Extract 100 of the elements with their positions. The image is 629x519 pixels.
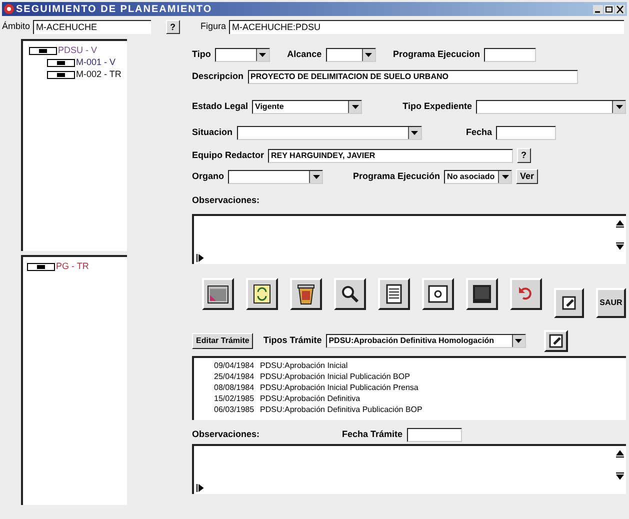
caret-icon xyxy=(365,53,372,57)
dropdown-field[interactable]: No asociado xyxy=(444,170,512,184)
procedure-name: PDSU:Aprobación Definitiva xyxy=(260,392,360,404)
photo-icon xyxy=(427,282,449,304)
caret-icon xyxy=(259,53,266,57)
procedure-row[interactable]: 15/02/1985 PDSU:Aprobación Definitiva xyxy=(214,392,626,404)
procedure-date: 09/04/1984 xyxy=(214,360,254,370)
procedure-row[interactable]: 08/08/1984 PDSU:Aprobación Inicial Publicación Prensa xyxy=(214,382,626,392)
tree-item[interactable]: PDSU - V xyxy=(58,44,98,58)
toolbar-button[interactable] xyxy=(510,278,542,310)
field-label: Fecha Trámite xyxy=(342,428,403,441)
dropdown-button[interactable] xyxy=(362,49,375,61)
procedure-date: 25/04/1984 xyxy=(214,370,254,382)
scroll-left-icon xyxy=(196,254,204,262)
refresh-icon xyxy=(251,282,273,304)
lookup-button[interactable]: ? xyxy=(166,20,180,34)
input-field[interactable] xyxy=(406,428,462,442)
node-icon xyxy=(47,71,75,79)
toolbar-button[interactable]: SAUR xyxy=(596,288,626,318)
field-value: Vigente xyxy=(254,101,284,113)
procedure-name: PDSU:Aprobación Definitiva Publicación BOP xyxy=(260,404,422,414)
node-icon xyxy=(29,47,57,55)
dropdown-field[interactable] xyxy=(476,100,626,114)
edit-icon xyxy=(548,334,563,348)
field-value: M-ACEHUCHE xyxy=(35,20,98,34)
field-value: REY HARGUINDEY, JAVIER xyxy=(270,150,376,162)
toolbar-button[interactable] xyxy=(378,278,410,310)
caret-icon xyxy=(515,338,522,342)
field-value: PROYECTO DE DELIMITACION DE SUELO URBANO xyxy=(250,71,448,83)
procedure-row[interactable]: 09/04/1984 PDSU:Aprobación Inicial xyxy=(214,360,626,370)
caret-icon xyxy=(411,131,418,135)
caret-icon xyxy=(352,105,359,109)
text-area[interactable] xyxy=(192,444,626,494)
dropdown-field[interactable] xyxy=(214,48,270,62)
field-label: Organo xyxy=(192,170,224,183)
field-button[interactable]: Ver xyxy=(516,169,538,184)
app-icon xyxy=(4,4,14,14)
scroll-left-icon xyxy=(196,484,204,492)
dropdown-field[interactable]: Vigente xyxy=(252,100,362,114)
toolbar-button[interactable] xyxy=(246,278,278,310)
field-value: No asociado xyxy=(446,170,495,182)
toolbar-button[interactable] xyxy=(334,278,366,310)
toolbar-button[interactable] xyxy=(466,278,498,310)
field-value: M-ACEHUCHE:PDSU xyxy=(231,20,321,34)
dropdown-button[interactable] xyxy=(512,334,525,346)
tree-item[interactable]: M-001 - V xyxy=(76,56,116,70)
input-field[interactable] xyxy=(496,126,556,140)
procedure-name: PDSU:Aprobación Inicial xyxy=(260,360,348,370)
section-label: Observaciones: xyxy=(192,194,261,207)
close-icon[interactable] xyxy=(615,4,625,14)
dropdown-button[interactable] xyxy=(309,170,322,182)
caret-icon xyxy=(312,174,320,178)
scroll-down-icon xyxy=(616,242,624,250)
procedure-date: 08/08/1984 xyxy=(214,382,254,392)
field-label: Tipo Expediente xyxy=(402,100,472,114)
field-label: Tipo xyxy=(192,48,211,62)
input-field[interactable] xyxy=(484,48,536,62)
toolbar-button[interactable] xyxy=(422,278,454,310)
dropdown-button[interactable] xyxy=(256,49,269,61)
scroll-up-icon xyxy=(616,450,624,458)
dropdown-field[interactable] xyxy=(326,48,376,62)
dropdown-field[interactable] xyxy=(228,170,324,184)
field-label: Alcance xyxy=(287,48,322,62)
toolbar-button[interactable] xyxy=(202,278,234,310)
trash-icon xyxy=(295,282,317,304)
map-icon xyxy=(207,282,229,304)
input-field[interactable]: REY HARGUINDEY, JAVIER xyxy=(268,148,514,162)
field-label: Situacion xyxy=(192,126,233,140)
edit-button[interactable] xyxy=(544,330,568,352)
tree-item[interactable]: PG - TR xyxy=(56,260,89,274)
input-field[interactable]: PROYECTO DE DELIMITACION DE SUELO URBANO xyxy=(248,70,578,84)
field-label: Figura xyxy=(200,20,226,34)
field-label: Equipo Redactor xyxy=(192,148,264,162)
tree-item[interactable]: M-002 - TR xyxy=(76,68,122,82)
maximize-icon[interactable] xyxy=(604,4,614,14)
dropdown-button[interactable] xyxy=(498,170,512,182)
edit-procedure-button[interactable]: Editar Trámite xyxy=(192,332,254,348)
field-label: Ámbito xyxy=(2,20,30,34)
toolbar-button[interactable] xyxy=(290,278,322,310)
procedure-row[interactable]: 25/04/1984 PDSU:Aprobación Inicial Publicación BOP xyxy=(214,370,626,382)
minimize-icon[interactable] xyxy=(593,4,603,14)
input-field[interactable]: M-ACEHUCHE:PDSU xyxy=(229,20,624,34)
procedure-date: 15/02/1985 xyxy=(214,392,254,404)
dropdown-button[interactable] xyxy=(348,101,362,113)
dropdown-field[interactable]: PDSU:Aprobación Definitiva Homologación xyxy=(326,334,526,348)
caret-icon xyxy=(502,174,509,178)
window-title: SEGUIMIENTO DE PLANEAMIENTO xyxy=(16,2,212,16)
procedure-row[interactable]: 06/03/1985 PDSU:Aprobación Definitiva Publicación BOP xyxy=(214,404,626,414)
field-label: Tipos Trámite xyxy=(263,334,322,347)
input-field[interactable]: M-ACEHUCHE xyxy=(33,20,152,34)
toolbar-button[interactable] xyxy=(554,288,584,318)
node-icon xyxy=(27,263,55,271)
text-area[interactable] xyxy=(192,214,626,264)
procedure-name: PDSU:Aprobación Inicial Publicación BOP xyxy=(260,370,410,382)
dropdown-button[interactable] xyxy=(612,101,625,113)
scroll-up-icon xyxy=(616,220,624,228)
field-button[interactable]: ? xyxy=(517,148,531,163)
edit-icon xyxy=(562,296,576,310)
dropdown-field[interactable] xyxy=(236,126,422,140)
dropdown-button[interactable] xyxy=(408,127,421,139)
